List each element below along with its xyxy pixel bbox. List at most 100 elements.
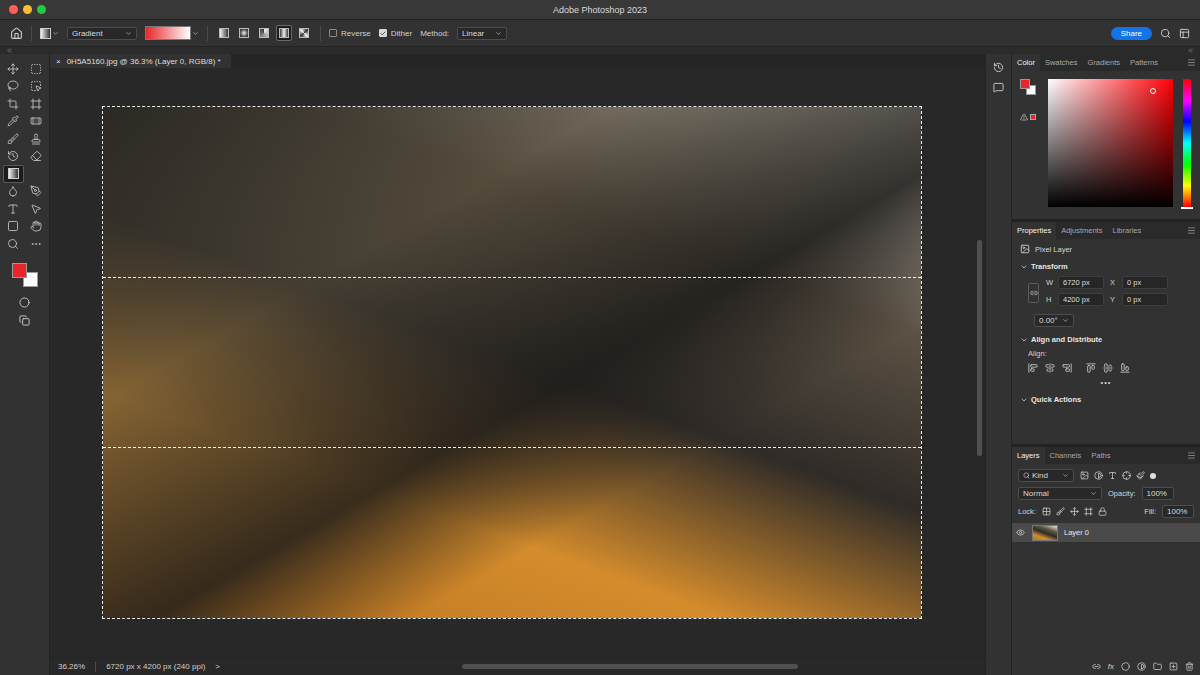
hue-marker[interactable]: [1181, 207, 1193, 209]
gradient-swatch[interactable]: [145, 26, 191, 40]
tool-button[interactable]: [3, 60, 24, 78]
gradient-type-button[interactable]: [216, 25, 232, 41]
gradient-type-button[interactable]: [256, 25, 272, 41]
tool-button[interactable]: [3, 165, 24, 183]
share-button[interactable]: Share: [1111, 27, 1152, 40]
field-input[interactable]: 0 px: [1122, 276, 1168, 289]
hue-slider[interactable]: [1183, 79, 1191, 207]
tool-button[interactable]: [3, 95, 24, 113]
link-button[interactable]: [1028, 283, 1039, 303]
document-info: 6720 px x 4200 px (240 ppi): [106, 662, 205, 671]
tool-button[interactable]: [26, 95, 47, 113]
vertical-scrollbar[interactable]: [974, 68, 985, 657]
quick-section-header[interactable]: Quick Actions: [1020, 395, 1192, 404]
search-icon: [1160, 28, 1171, 39]
panel-tab[interactable]: Swatches: [1040, 54, 1083, 71]
tool-button[interactable]: [26, 235, 47, 253]
align-section-header[interactable]: Align and Distribute: [1020, 335, 1192, 344]
document-tab[interactable]: ×0H5A5160.jpg @ 36.3% (Layer 0, RGB/8) *: [50, 54, 231, 68]
field-input[interactable]: 4200 px: [1058, 293, 1104, 306]
close-tab-button[interactable]: ×: [56, 57, 61, 66]
panel-menu[interactable]: [1187, 54, 1196, 71]
info-menu-button[interactable]: >: [215, 662, 220, 671]
tool-preset-button[interactable]: [40, 28, 59, 39]
tool-button[interactable]: [26, 218, 47, 236]
lock-pixels-icon: [1056, 507, 1065, 516]
gradient-type-button[interactable]: [236, 25, 252, 41]
close-button[interactable]: [9, 5, 18, 14]
zoom-button[interactable]: [37, 5, 46, 14]
window-controls: [9, 5, 553, 14]
tool-button[interactable]: [3, 218, 24, 236]
tool-button[interactable]: [3, 113, 24, 131]
layer-row[interactable]: Layer 0: [1012, 523, 1200, 542]
color-swatches[interactable]: [1020, 79, 1036, 95]
search-button[interactable]: [1160, 28, 1171, 39]
panel-tab[interactable]: Properties: [1012, 222, 1056, 239]
workspace-button[interactable]: [1179, 28, 1190, 39]
field-input[interactable]: 0 px: [1122, 293, 1168, 306]
tool-button[interactable]: [3, 78, 24, 96]
panel-tab[interactable]: Channels: [1045, 447, 1087, 464]
tool-button[interactable]: [26, 130, 47, 148]
tool-button[interactable]: [3, 200, 24, 218]
more-button[interactable]: •••: [1101, 378, 1112, 387]
minimize-button[interactable]: [23, 5, 32, 14]
scroll-thumb[interactable]: [977, 240, 982, 456]
canvas: [50, 68, 985, 657]
tool-button[interactable]: [26, 113, 47, 131]
panel-tab[interactable]: Paths: [1086, 447, 1115, 464]
transform-section-header[interactable]: Transform: [1020, 262, 1192, 271]
method-dropdown[interactable]: Linear: [457, 27, 507, 40]
tool-button[interactable]: [3, 235, 24, 253]
panel-menu[interactable]: [1187, 447, 1196, 464]
gradient-type-button[interactable]: [296, 25, 312, 41]
panel-tab[interactable]: Libraries: [1107, 222, 1146, 239]
gradient-type-button[interactable]: [276, 25, 292, 41]
color-field[interactable]: [1048, 79, 1173, 207]
blend-mode-dropdown[interactable]: Normal: [1018, 487, 1102, 500]
horizontal-scrollbar[interactable]: [230, 664, 977, 669]
foreground-color[interactable]: [1020, 79, 1030, 89]
filter-dropdown[interactable]: Kind: [1018, 469, 1074, 482]
checkbox[interactable]: Reverse: [329, 29, 371, 38]
checkbox-box[interactable]: [329, 29, 337, 37]
tool-button[interactable]: [26, 78, 47, 96]
fill-field[interactable]: 100%: [1162, 505, 1194, 518]
panel-tab[interactable]: Color: [1012, 54, 1040, 71]
tool-button[interactable]: [3, 183, 24, 201]
visibility-toggle[interactable]: [1016, 528, 1026, 537]
angle-field[interactable]: 0.00°: [1034, 314, 1074, 327]
gradient-picker[interactable]: [145, 26, 199, 40]
panel-menu[interactable]: [1187, 222, 1196, 239]
panel-tab[interactable]: Layers: [1012, 447, 1045, 464]
path-select-icon: [30, 203, 42, 215]
checkbox[interactable]: Dither: [379, 29, 412, 38]
tool-button[interactable]: [3, 148, 24, 166]
panel-tab[interactable]: Adjustments: [1056, 222, 1107, 239]
scroll-thumb[interactable]: [462, 664, 798, 669]
zoom-level[interactable]: 36.26%: [58, 662, 85, 671]
opacity-field[interactable]: 100%: [1142, 487, 1174, 500]
panel-tab[interactable]: Gradients: [1082, 54, 1125, 71]
color-swatches[interactable]: [10, 261, 40, 289]
panel-tab[interactable]: Patterns: [1125, 54, 1163, 71]
tool-button[interactable]: [26, 60, 47, 78]
tool-button[interactable]: [26, 183, 47, 201]
image[interactable]: [103, 107, 921, 618]
filter-toggle[interactable]: [1150, 473, 1156, 479]
tool-button[interactable]: [26, 200, 47, 218]
tool-button[interactable]: [3, 130, 24, 148]
checkbox-box[interactable]: [379, 29, 387, 37]
color-marker[interactable]: [1150, 88, 1156, 94]
tool-button[interactable]: [26, 148, 47, 166]
home-button[interactable]: [10, 27, 23, 40]
layer-style-button[interactable]: fx: [1108, 662, 1114, 671]
preset-dropdown[interactable]: Gradient: [67, 27, 137, 40]
foreground-color[interactable]: [12, 263, 27, 278]
linear-gradient-icon: [219, 28, 229, 38]
field-input[interactable]: 6720 px: [1058, 276, 1104, 289]
healing-icon: [30, 115, 42, 127]
rectangle-icon: [7, 220, 19, 232]
layer-kind: Pixel Layer: [1020, 244, 1192, 254]
